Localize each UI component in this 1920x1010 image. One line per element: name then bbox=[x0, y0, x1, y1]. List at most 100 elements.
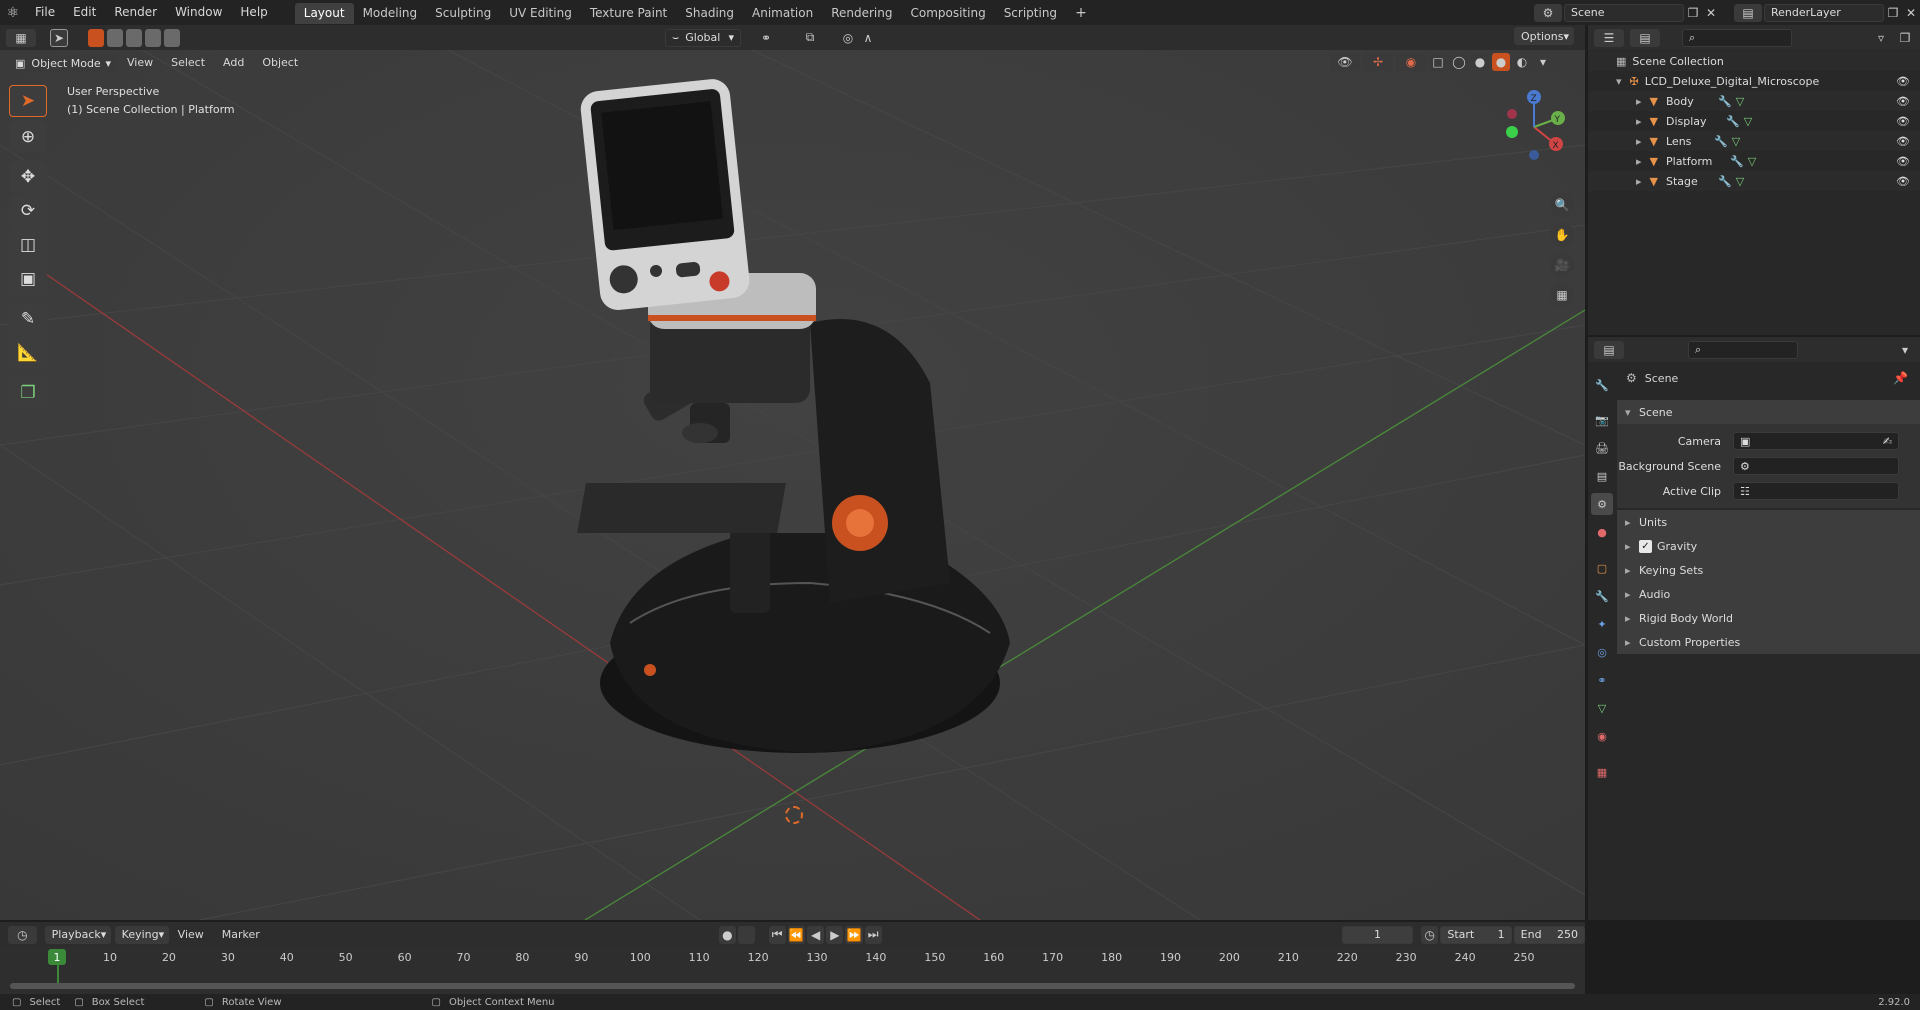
perspective-toggle-icon[interactable]: ▦ bbox=[1550, 283, 1574, 307]
play-reverse-icon[interactable]: ◀ bbox=[807, 925, 825, 944]
render-tab-icon[interactable]: 📷 bbox=[1591, 409, 1613, 431]
tab-uv-editing[interactable]: UV Editing bbox=[500, 3, 581, 24]
shading-options-icon[interactable]: ▾ bbox=[1534, 53, 1552, 71]
jump-end-icon[interactable]: ⏭ bbox=[864, 925, 882, 944]
object-mode-dropdown[interactable]: ▣ Object Mode ▾ bbox=[8, 54, 118, 72]
tab-compositing[interactable]: Compositing bbox=[901, 3, 994, 24]
tab-shading[interactable]: Shading bbox=[676, 3, 743, 24]
camera-field[interactable]: ▣ ✍ bbox=[1733, 432, 1899, 450]
outliner-editor-type-icon[interactable]: ☰ bbox=[1594, 28, 1624, 47]
pin-icon[interactable]: 📌 bbox=[1893, 371, 1908, 385]
filter-icon[interactable]: ▿ bbox=[1866, 29, 1896, 47]
viewport-menu-select[interactable]: Select bbox=[162, 53, 214, 73]
pivot-point-icon[interactable]: ⚭ bbox=[751, 29, 781, 47]
zoom-icon[interactable]: 🔍 bbox=[1550, 193, 1574, 217]
timeline-menu-view[interactable]: View bbox=[169, 922, 213, 947]
viewport-menu-object[interactable]: Object bbox=[253, 53, 307, 73]
scene-tab-icon[interactable]: ⚙ bbox=[1591, 493, 1613, 515]
output-tab-icon[interactable]: 🖨 bbox=[1591, 437, 1613, 459]
data-tab-icon[interactable]: ▽ bbox=[1591, 697, 1613, 719]
proportional-edit-icon[interactable]: ◎ bbox=[839, 29, 857, 47]
units-panel-header[interactable]: ▸ Units bbox=[1617, 510, 1920, 534]
new-selection-icon[interactable] bbox=[88, 28, 104, 47]
solid-shading-icon[interactable]: ● bbox=[1471, 53, 1489, 71]
outliner-row-object[interactable]: ▸ ▼ Body 🔧 ▽ 👁 bbox=[1588, 91, 1920, 111]
3d-cursor-icon[interactable] bbox=[785, 806, 803, 824]
world-tab-icon[interactable]: ● bbox=[1591, 521, 1613, 543]
audio-panel-header[interactable]: ▸ Audio bbox=[1617, 582, 1920, 606]
play-icon[interactable]: ▶ bbox=[826, 925, 844, 944]
select-box-tool[interactable]: ➤ bbox=[9, 85, 47, 117]
rendered-shading-icon[interactable]: ◐ bbox=[1513, 53, 1531, 71]
options-dropdown[interactable]: Options ▾ bbox=[1514, 27, 1574, 45]
jump-start-icon[interactable]: ⏮ bbox=[768, 925, 786, 944]
invert-selection-icon[interactable] bbox=[145, 28, 161, 47]
tab-modeling[interactable]: Modeling bbox=[354, 3, 427, 24]
outliner-search-input[interactable]: ⌕ bbox=[1682, 28, 1792, 47]
editor-type-icon[interactable]: ▦ bbox=[6, 28, 36, 47]
tab-texture-paint[interactable]: Texture Paint bbox=[581, 3, 676, 24]
jump-keyframe-forward-icon[interactable]: ⏩ bbox=[845, 925, 863, 944]
overlay-toggle-icon[interactable]: ◉ bbox=[1396, 53, 1426, 71]
background-scene-field[interactable]: ⚙ bbox=[1733, 457, 1899, 475]
eyedropper-icon[interactable]: ✍ bbox=[1883, 435, 1892, 448]
move-tool[interactable]: ✥ bbox=[9, 161, 47, 193]
cursor-tool[interactable]: ⊕ bbox=[9, 121, 47, 153]
transform-orientation-dropdown[interactable]: ⌣ Global ▾ bbox=[665, 28, 741, 47]
delete-view-layer-icon[interactable]: ✕ bbox=[1902, 4, 1920, 22]
outliner-row-object[interactable]: ▸ ▼ Platform 🔧 ▽ 👁 bbox=[1588, 151, 1920, 171]
scene-selector-icon[interactable]: ⚙ bbox=[1534, 3, 1562, 22]
new-scene-icon[interactable]: ❐ bbox=[1684, 4, 1702, 22]
new-collection-icon[interactable]: ❐ bbox=[1896, 29, 1914, 47]
eye-icon[interactable]: 👁 bbox=[1896, 75, 1910, 88]
physics-tab-icon[interactable]: ◎ bbox=[1591, 641, 1613, 663]
intersect-selection-icon[interactable] bbox=[164, 28, 180, 47]
gizmo-toggle-icon[interactable]: ✢ bbox=[1363, 53, 1393, 71]
menu-render[interactable]: Render bbox=[105, 0, 166, 25]
scale-tool[interactable]: ◫ bbox=[9, 229, 47, 261]
wireframe-shading-icon[interactable]: ◯ bbox=[1450, 53, 1468, 71]
scene-name-field[interactable]: Scene bbox=[1564, 3, 1684, 22]
custom-properties-panel-header[interactable]: ▸ Custom Properties bbox=[1617, 630, 1920, 654]
timeline-menu-marker[interactable]: Marker bbox=[213, 922, 269, 947]
properties-search-input[interactable]: ⌕ bbox=[1688, 340, 1798, 359]
tab-animation[interactable]: Animation bbox=[743, 3, 822, 24]
3d-viewport[interactable]: ▦ ➤ ⌣ Global ▾ ⚭ ⧉ ◎ ∧ ▣ Object Mode ▾ V… bbox=[0, 25, 1585, 920]
falloff-icon[interactable]: ∧ bbox=[859, 29, 877, 47]
add-cube-tool[interactable]: ❐ bbox=[9, 377, 47, 409]
menu-window[interactable]: Window bbox=[166, 0, 231, 25]
active-clip-field[interactable]: ☷ bbox=[1733, 482, 1899, 500]
navigation-gizmo[interactable]: X Y Z bbox=[1496, 87, 1572, 167]
gravity-panel-header[interactable]: ▸ ✓ Gravity bbox=[1617, 534, 1920, 558]
menu-help[interactable]: Help bbox=[231, 0, 276, 25]
tab-scripting[interactable]: Scripting bbox=[995, 3, 1066, 24]
tab-sculpting[interactable]: Sculpting bbox=[426, 3, 500, 24]
subtract-selection-icon[interactable] bbox=[126, 28, 142, 47]
tool-tab-icon[interactable]: 🔧 bbox=[1591, 374, 1613, 396]
current-frame-field[interactable]: 1 bbox=[1341, 925, 1414, 944]
view-layer-field[interactable]: RenderLayer bbox=[1764, 3, 1884, 22]
visibility-icon[interactable]: 👁 bbox=[1330, 53, 1360, 71]
constraints-tab-icon[interactable]: ⚭ bbox=[1591, 669, 1613, 691]
menu-edit[interactable]: Edit bbox=[64, 0, 105, 25]
gravity-checkbox[interactable]: ✓ bbox=[1639, 539, 1652, 553]
camera-view-icon[interactable]: 🎥 bbox=[1550, 253, 1574, 277]
viewport-menu-add[interactable]: Add bbox=[214, 53, 253, 73]
measure-tool[interactable]: 📐 bbox=[9, 337, 47, 369]
rigid-body-world-panel-header[interactable]: ▸ Rigid Body World bbox=[1617, 606, 1920, 630]
viewport-menu-view[interactable]: View bbox=[118, 53, 162, 73]
microscope-model[interactable] bbox=[570, 63, 1070, 783]
eye-icon[interactable]: 👁 bbox=[1896, 95, 1910, 108]
add-workspace-button[interactable]: + bbox=[1066, 3, 1096, 24]
blender-logo-icon[interactable]: ⚛ bbox=[0, 0, 26, 25]
auto-keying-options-icon[interactable] bbox=[738, 925, 756, 944]
properties-editor-type-icon[interactable]: ▤ bbox=[1594, 340, 1624, 359]
eye-icon[interactable]: 👁 bbox=[1896, 175, 1910, 188]
extend-selection-icon[interactable] bbox=[107, 28, 123, 47]
texture-tab-icon[interactable]: ▦ bbox=[1591, 761, 1613, 783]
tab-layout[interactable]: Layout bbox=[294, 3, 354, 24]
view-layer-tab-icon[interactable]: ▤ bbox=[1591, 465, 1613, 487]
outliner-row-scene-collection[interactable]: ▦ Scene Collection bbox=[1588, 51, 1920, 71]
eye-icon[interactable]: 👁 bbox=[1896, 155, 1910, 168]
playback-menu[interactable]: Playback ▾ bbox=[44, 925, 111, 944]
